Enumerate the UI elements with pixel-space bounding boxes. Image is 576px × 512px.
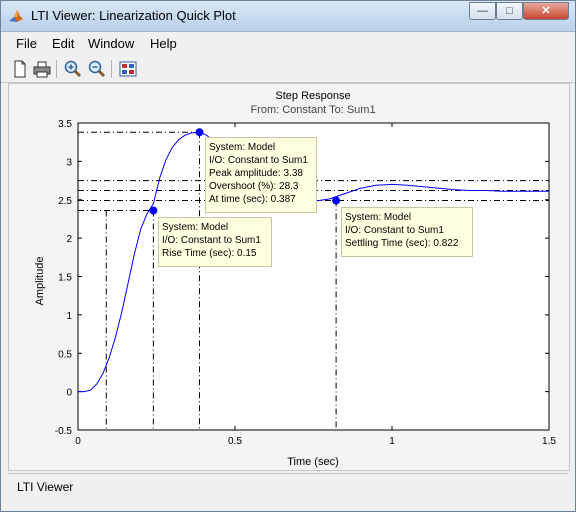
y-tick-label: 2 [66, 234, 72, 245]
y-tick-label: 3.5 [58, 119, 72, 130]
maximize-button[interactable]: □ [496, 2, 523, 20]
close-button[interactable]: ✕ [523, 2, 569, 20]
x-axis-label: Time (sec) [287, 456, 339, 468]
datatip-peak-time: At time (sec): 0.387 [209, 194, 296, 205]
datatip-peak-amplitude: Peak amplitude: 3.38 [209, 168, 303, 179]
x-tick-label: 1 [389, 436, 395, 447]
datatip-system: System: Model [162, 222, 229, 233]
peak-datatip[interactable]: System: Model I/O: Constant to Sum1 Peak… [205, 137, 317, 213]
plot-config-icon[interactable] [118, 59, 138, 79]
window-title: LTI Viewer: Linearization Quick Plot [31, 8, 236, 23]
zoom-out-icon[interactable] [87, 59, 107, 79]
datatip-io: I/O: Constant to Sum1 [345, 225, 444, 236]
chart-subtitle: From: Constant To: Sum1 [250, 104, 375, 116]
x-tick-label: 1.5 [542, 436, 556, 447]
toolbar-separator [111, 60, 112, 78]
y-tick-label: 1.5 [58, 273, 72, 284]
chart-title: Step Response [275, 90, 350, 102]
plot-panel[interactable]: Step Response From: Constant To: Sum1 Ti… [8, 83, 570, 471]
y-tick-label: 2.5 [58, 196, 72, 207]
status-text: LTI Viewer [17, 480, 74, 494]
datatip-io: I/O: Constant to Sum1 [162, 235, 261, 246]
settling-time-datatip[interactable]: System: Model I/O: Constant to Sum1 Sett… [341, 207, 473, 257]
y-tick-label: 0 [66, 388, 72, 399]
new-icon[interactable] [10, 59, 30, 79]
y-tick-label: 3 [66, 157, 72, 168]
characteristic-point [332, 196, 341, 205]
menu-edit[interactable]: Edit [52, 36, 74, 51]
datatip-overshoot: Overshoot (%): 28.3 [209, 181, 299, 192]
menu-bar: File Edit Window Help [1, 32, 575, 54]
menu-file[interactable]: File [16, 36, 37, 51]
toolbar-separator [56, 60, 57, 78]
print-icon[interactable] [32, 59, 52, 79]
menu-window[interactable]: Window [88, 36, 134, 51]
zoom-in-icon[interactable] [63, 59, 83, 79]
y-tick-label: -0.5 [55, 426, 73, 437]
menu-help[interactable]: Help [150, 36, 177, 51]
minimize-button[interactable]: — [469, 2, 496, 20]
rise-time-datatip[interactable]: System: Model I/O: Constant to Sum1 Rise… [158, 217, 272, 267]
toolbar [1, 56, 575, 83]
y-tick-label: 1 [66, 311, 72, 322]
x-tick-label: 0 [75, 436, 81, 447]
x-tick-label: 0.5 [228, 436, 242, 447]
datatip-system: System: Model [209, 142, 276, 153]
datatip-system: System: Model [345, 212, 412, 223]
title-bar[interactable]: LTI Viewer: Linearization Quick Plot — □… [1, 1, 575, 32]
y-tick-label: 0.5 [58, 349, 72, 360]
datatip-rise-time: Rise Time (sec): 0.15 [162, 248, 257, 259]
matlab-app-icon [9, 10, 23, 22]
lti-viewer-window: LTI Viewer: Linearization Quick Plot — □… [0, 0, 576, 512]
datatip-io: I/O: Constant to Sum1 [209, 155, 308, 166]
datatip-settling-time: Settling Time (sec): 0.822 [345, 238, 459, 249]
characteristic-point [149, 206, 158, 215]
characteristic-point [195, 128, 204, 137]
status-bar: LTI Viewer [8, 473, 568, 502]
y-axis-label: Amplitude [34, 257, 46, 306]
